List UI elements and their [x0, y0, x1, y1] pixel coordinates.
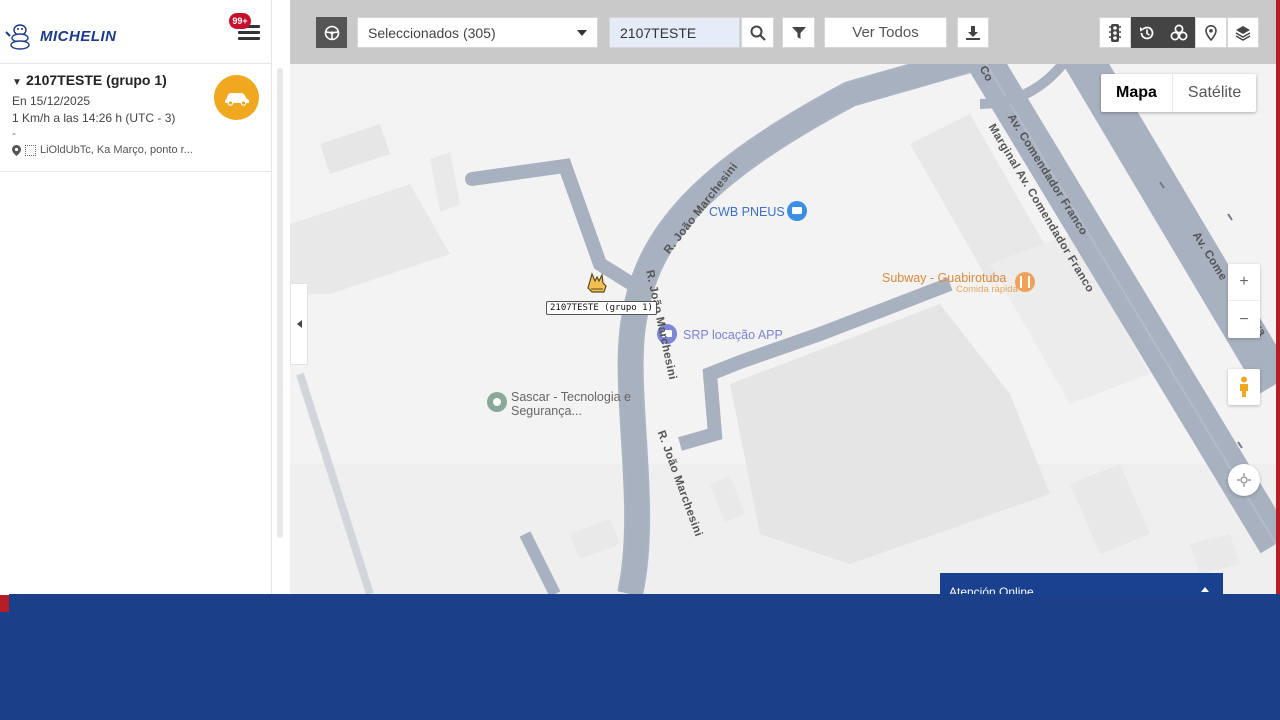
top-toolbar: Seleccionados (305) Ver Todos: [290, 0, 1276, 64]
online-support-panel[interactable]: Atención Online: [940, 573, 1223, 595]
sidebar-scrollbar[interactable]: [277, 68, 283, 538]
vehicle-address-text: LiOldUbTc, Ka Março, ponto r...: [40, 144, 193, 156]
crosshair-icon: [1237, 473, 1251, 487]
map-pin-icon: [12, 144, 21, 156]
cluster-button[interactable]: [1163, 17, 1195, 48]
zoom-control: + −: [1228, 264, 1260, 338]
map-view-button[interactable]: Mapa: [1101, 74, 1173, 112]
brand-text: MICHELIN: [40, 27, 117, 45]
history-icon: [1140, 26, 1154, 39]
search-icon: [750, 25, 766, 41]
car-icon: [224, 92, 249, 106]
chevron-up-icon: [1201, 587, 1209, 592]
location-pin-icon: [1205, 24, 1217, 41]
satellite-view-button[interactable]: Satélite: [1173, 74, 1256, 112]
vehicle-status-icon[interactable]: [214, 75, 259, 120]
bottom-banner-edge: [0, 612, 9, 720]
filter-button[interactable]: [782, 17, 815, 48]
bottom-banner: [9, 594, 1280, 720]
map-type-control: Mapa Satélite: [1101, 74, 1257, 112]
vehicle-search-input[interactable]: [609, 17, 740, 48]
pegman-icon: [1240, 376, 1248, 397]
layers-button[interactable]: [1227, 17, 1259, 48]
vehicle-selection-value: Seleccionados (305): [368, 24, 496, 41]
traffic-layer-button[interactable]: [1099, 17, 1131, 48]
vehicle-selection-dropdown[interactable]: Seleccionados (305): [357, 17, 598, 48]
geofence-icon: [25, 144, 36, 156]
poi-label-srp-locacao[interactable]: SRP locação APP: [683, 328, 783, 342]
vehicle-marker-icon[interactable]: [586, 272, 608, 296]
steering-wheel-icon: [324, 25, 339, 40]
vehicle-list-item[interactable]: ▼ 2107TESTE (grupo 1) En 15/12/2025 1 Km…: [0, 64, 272, 172]
download-icon: [966, 25, 980, 40]
layers-icon: [1235, 25, 1251, 41]
app-root: MICHELIN 99+ ▼ 2107TESTE (grupo 1) En 15…: [0, 0, 1280, 720]
michelin-logo[interactable]: MICHELIN: [4, 20, 154, 52]
filter-icon: [791, 26, 806, 39]
dropdown-arrow-icon: [577, 29, 587, 36]
poi-sublabel-subway: Comida rápida: [956, 284, 1018, 295]
zoom-in-button[interactable]: +: [1228, 264, 1260, 301]
traffic-light-icon: [1109, 23, 1121, 42]
zoom-out-button[interactable]: −: [1228, 301, 1260, 338]
poi-label-cwb-pneus[interactable]: CWB PNEUS: [709, 205, 785, 219]
vehicle-map-label: 2107TESTE (grupo 1): [546, 301, 657, 315]
map-base-graphic: [290, 64, 1276, 594]
vehicle-speed: 1 Km/h a las 14:26 h (UTC - 3): [12, 111, 176, 125]
download-button[interactable]: [957, 17, 989, 48]
poi-label-subway[interactable]: Subway - Guabirotuba: [882, 271, 1006, 285]
steering-wheel-button[interactable]: [316, 17, 347, 48]
history-button[interactable]: [1131, 17, 1163, 48]
vehicle-extra: -: [12, 126, 16, 140]
search-button[interactable]: [741, 17, 774, 48]
menu-icon-bar: [238, 37, 260, 40]
vehicle-address: LiOldUbTc, Ka Março, ponto r...: [12, 144, 193, 156]
sidebar: MICHELIN 99+ ▼ 2107TESTE (grupo 1) En 15…: [0, 0, 272, 600]
points-of-interest-button[interactable]: [1195, 17, 1227, 48]
bibendum-icon: [5, 24, 30, 50]
logo-area: MICHELIN 99+: [0, 0, 272, 64]
sidebar-collapse-button[interactable]: [290, 283, 308, 365]
caret-down-icon[interactable]: ▼: [12, 77, 22, 88]
my-location-button[interactable]: [1228, 464, 1260, 496]
window-frame-left: [0, 595, 9, 613]
cluster-icon: [1170, 24, 1188, 40]
chevron-left-icon: [296, 320, 302, 328]
street-view-pegman-button[interactable]: [1228, 369, 1260, 405]
map-canvas[interactable]: R. João Marchesini R. João Marchesini R.…: [290, 64, 1276, 594]
poi-label-sascar[interactable]: Sascar - Tecnologia e Segurança...: [511, 390, 641, 418]
notifications-badge[interactable]: 99+: [229, 13, 251, 29]
vehicle-date: En 15/12/2025: [12, 94, 91, 108]
window-frame-right: [1276, 0, 1280, 610]
ver-todos-button[interactable]: Ver Todos: [824, 17, 947, 48]
vehicle-title: 2107TESTE (grupo 1): [26, 72, 167, 88]
menu-icon-bar: [238, 31, 260, 34]
